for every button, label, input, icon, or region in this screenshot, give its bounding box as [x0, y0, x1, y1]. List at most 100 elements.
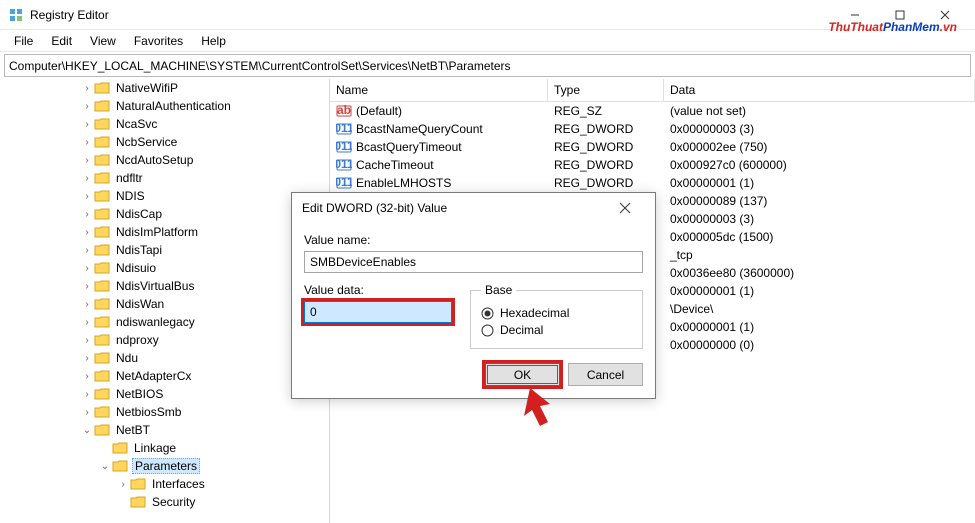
- expand-icon[interactable]: ›: [80, 281, 94, 292]
- menu-view[interactable]: View: [82, 32, 124, 50]
- folder-icon: [94, 99, 110, 113]
- folder-icon: [112, 459, 128, 473]
- expand-icon[interactable]: ›: [80, 137, 94, 148]
- expand-icon[interactable]: ›: [80, 353, 94, 364]
- tree-item[interactable]: ›NcbService: [0, 133, 329, 151]
- tree-item[interactable]: ›Ndu: [0, 349, 329, 367]
- menu-file[interactable]: File: [6, 32, 41, 50]
- expand-icon[interactable]: ›: [80, 191, 94, 202]
- value-name-input[interactable]: [304, 251, 643, 273]
- tree-panel[interactable]: › NativeWifiP › NaturalAuthentication ›NcaSv…: [0, 79, 330, 523]
- svg-text:ab: ab: [337, 104, 351, 117]
- expand-icon[interactable]: ›: [80, 407, 94, 418]
- folder-icon: [94, 387, 110, 401]
- tree-item-label: NaturalAuthentication: [114, 99, 233, 113]
- menu-edit[interactable]: Edit: [43, 32, 80, 50]
- base-legend: Base: [481, 283, 516, 297]
- expand-icon[interactable]: ›: [80, 299, 94, 310]
- list-row[interactable]: 011EnableLMHOSTSREG_DWORD0x00000001 (1): [330, 174, 975, 192]
- tree-item[interactable]: › NativeWifiP: [0, 79, 329, 97]
- tree-item-label: ndiswanlegacy: [114, 315, 197, 329]
- tree-item[interactable]: ›NdisTapi: [0, 241, 329, 259]
- tree-item[interactable]: › ndiswanlegacy: [0, 313, 329, 331]
- tree-item[interactable]: Linkage: [0, 439, 329, 457]
- list-row[interactable]: 011BcastNameQueryCountREG_DWORD0x0000000…: [330, 120, 975, 138]
- folder-icon: [94, 261, 110, 275]
- menu-help[interactable]: Help: [193, 32, 234, 50]
- radio-hexadecimal[interactable]: Hexadecimal: [481, 306, 632, 320]
- col-header-name[interactable]: Name: [330, 79, 548, 101]
- folder-icon: [94, 225, 110, 239]
- tree-item-label: Parameters: [132, 458, 200, 474]
- folder-icon: [94, 207, 110, 221]
- cell-data: 0x00000089 (137): [664, 194, 975, 208]
- dialog-close-button[interactable]: [605, 194, 645, 222]
- tree-item-label: NDIS: [114, 189, 147, 203]
- value-data-input[interactable]: [304, 301, 452, 323]
- expand-icon[interactable]: ⌄: [80, 425, 94, 436]
- value-icon: 011: [336, 176, 352, 190]
- ok-button[interactable]: OK: [485, 363, 560, 386]
- tree-item-label: Linkage: [132, 441, 178, 455]
- expand-icon[interactable]: ›: [80, 389, 94, 400]
- list-row[interactable]: 011CacheTimeoutREG_DWORD0x000927c0 (6000…: [330, 156, 975, 174]
- tree-item-label: NativeWifiP: [114, 81, 180, 95]
- folder-icon: [94, 351, 110, 365]
- col-header-type[interactable]: Type: [548, 79, 664, 101]
- col-header-data[interactable]: Data: [664, 79, 975, 101]
- tree-item[interactable]: ›NcaSvc: [0, 115, 329, 133]
- tree-item-label: ndproxy: [114, 333, 161, 347]
- folder-icon: [94, 81, 110, 95]
- expand-icon[interactable]: ›: [80, 245, 94, 256]
- cell-type: REG_DWORD: [548, 158, 664, 172]
- tree-item-label: NdisCap: [114, 207, 164, 221]
- tree-item[interactable]: › NdisImPlatform: [0, 223, 329, 241]
- expand-icon[interactable]: ⌄: [98, 461, 112, 472]
- expand-icon[interactable]: ›: [80, 155, 94, 166]
- expand-icon[interactable]: ›: [80, 119, 94, 130]
- cell-data: 0x00000001 (1): [664, 176, 975, 190]
- tree-item[interactable]: › NdisCap: [0, 205, 329, 223]
- cell-name: 011BcastNameQueryCount: [330, 122, 548, 136]
- radio-decimal[interactable]: Decimal: [481, 323, 632, 337]
- watermark: ThuThuatPhanMem.vn: [828, 10, 957, 38]
- tree-item[interactable]: Security: [0, 493, 329, 511]
- expand-icon[interactable]: ›: [80, 173, 94, 184]
- tree-item[interactable]: › NaturalAuthentication: [0, 97, 329, 115]
- tree-item[interactable]: › ndproxy: [0, 331, 329, 349]
- expand-icon[interactable]: ›: [80, 209, 94, 220]
- expand-icon[interactable]: ›: [80, 263, 94, 274]
- menu-favorites[interactable]: Favorites: [126, 32, 191, 50]
- tree-item[interactable]: ›NetbiosSmb: [0, 403, 329, 421]
- cell-type: REG_SZ: [548, 104, 664, 118]
- cell-name: 011EnableLMHOSTS: [330, 176, 548, 190]
- list-row[interactable]: 011BcastQueryTimeoutREG_DWORD0x000002ee …: [330, 138, 975, 156]
- tree-item[interactable]: ›NetAdapterCx: [0, 367, 329, 385]
- tree-item[interactable]: ›Interfaces: [0, 475, 329, 493]
- tree-item[interactable]: ›NdisVirtualBus: [0, 277, 329, 295]
- expand-icon[interactable]: ›: [80, 371, 94, 382]
- cancel-button[interactable]: Cancel: [568, 363, 643, 386]
- expand-icon[interactable]: ›: [116, 479, 130, 490]
- list-row[interactable]: ab(Default)REG_SZ(value not set): [330, 102, 975, 120]
- tree-item[interactable]: ⌄NetBT: [0, 421, 329, 439]
- folder-icon: [94, 423, 110, 437]
- tree-item[interactable]: › NDIS: [0, 187, 329, 205]
- expand-icon[interactable]: ›: [80, 317, 94, 328]
- expand-icon[interactable]: ›: [80, 227, 94, 238]
- address-bar[interactable]: Computer\HKEY_LOCAL_MACHINE\SYSTEM\Curre…: [4, 54, 971, 77]
- cell-data: 0x0036ee80 (3600000): [664, 266, 975, 280]
- expand-icon[interactable]: ›: [80, 335, 94, 346]
- tree-item[interactable]: ›NetBIOS: [0, 385, 329, 403]
- tree-item[interactable]: ›NdisWan: [0, 295, 329, 313]
- tree-item-label: NdisImPlatform: [114, 225, 200, 239]
- tree-item[interactable]: ⌄ Parameters: [0, 457, 329, 475]
- tree-item[interactable]: ›Ndisuio: [0, 259, 329, 277]
- tree-item[interactable]: ›NcdAutoSetup: [0, 151, 329, 169]
- tree-item[interactable]: ›ndfltr: [0, 169, 329, 187]
- value-icon: 011: [336, 158, 352, 172]
- folder-icon: [94, 405, 110, 419]
- expand-icon[interactable]: ›: [80, 101, 94, 112]
- expand-icon[interactable]: ›: [80, 83, 94, 94]
- cell-name: ab(Default): [330, 104, 548, 118]
